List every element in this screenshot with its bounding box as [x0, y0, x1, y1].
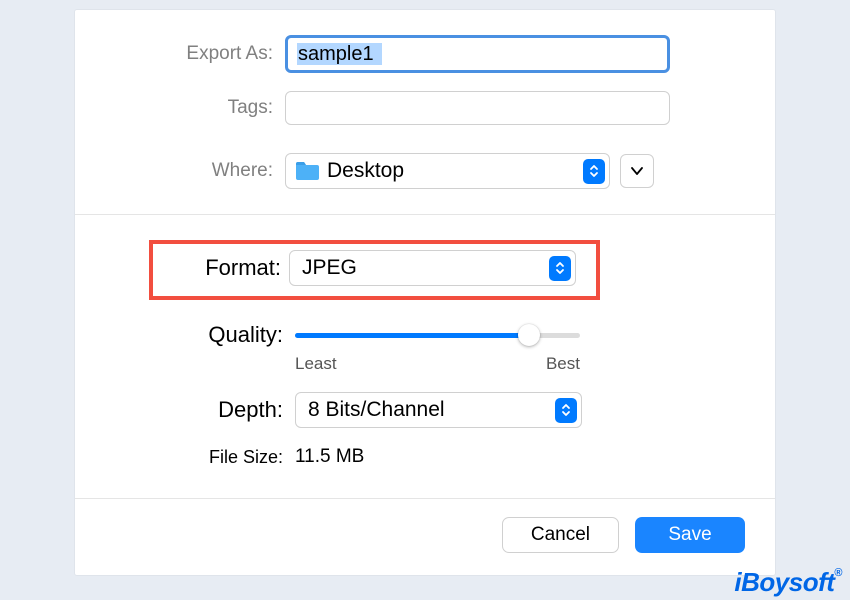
export-dialog: Export As: Tags: Where: Desktop	[75, 10, 775, 575]
updown-icon	[549, 256, 571, 281]
updown-icon	[583, 159, 605, 184]
save-button[interactable]: Save	[635, 517, 745, 553]
where-expand-button[interactable]	[620, 154, 654, 188]
quality-slider[interactable]	[295, 326, 580, 344]
cancel-button[interactable]: Cancel	[502, 517, 619, 553]
format-value: JPEG	[298, 256, 549, 280]
format-section: Format: JPEG Quality: Least	[75, 215, 775, 498]
format-highlight: Format: JPEG	[149, 240, 600, 300]
where-value: Desktop	[323, 159, 583, 183]
quality-label: Quality:	[125, 322, 295, 348]
depth-value: 8 Bits/Channel	[304, 398, 555, 422]
filesize-value: 11.5 MB	[295, 446, 364, 468]
filesize-label: File Size:	[125, 447, 295, 468]
updown-icon	[555, 398, 577, 423]
export-as-label: Export As:	[125, 43, 285, 65]
quality-max-label: Best	[546, 354, 580, 374]
where-select[interactable]: Desktop	[285, 153, 610, 189]
folder-icon	[294, 160, 320, 182]
where-row: Where: Desktop	[125, 153, 725, 189]
chevron-down-icon	[630, 166, 644, 176]
depth-select[interactable]: 8 Bits/Channel	[295, 392, 582, 428]
export-file-section: Export As: Tags: Where: Desktop	[75, 10, 775, 214]
slider-thumb[interactable]	[518, 324, 540, 346]
quality-row: Quality: Least Best	[125, 322, 725, 374]
filesize-row: File Size: 11.5 MB	[125, 446, 725, 468]
tags-row: Tags:	[125, 91, 725, 125]
quality-min-label: Least	[295, 354, 337, 374]
depth-label: Depth:	[125, 397, 295, 423]
export-as-row: Export As:	[125, 35, 725, 73]
format-label: Format:	[159, 255, 289, 281]
format-select[interactable]: JPEG	[289, 250, 576, 286]
dialog-buttons: Cancel Save	[75, 499, 775, 575]
tags-label: Tags:	[125, 97, 285, 119]
depth-row: Depth: 8 Bits/Channel	[125, 392, 725, 428]
quality-scale-labels: Least Best	[295, 354, 580, 374]
export-as-input[interactable]	[285, 35, 670, 73]
watermark-logo: iBoysoft®	[734, 567, 842, 598]
tags-input[interactable]	[285, 91, 670, 125]
where-label: Where:	[125, 160, 285, 182]
